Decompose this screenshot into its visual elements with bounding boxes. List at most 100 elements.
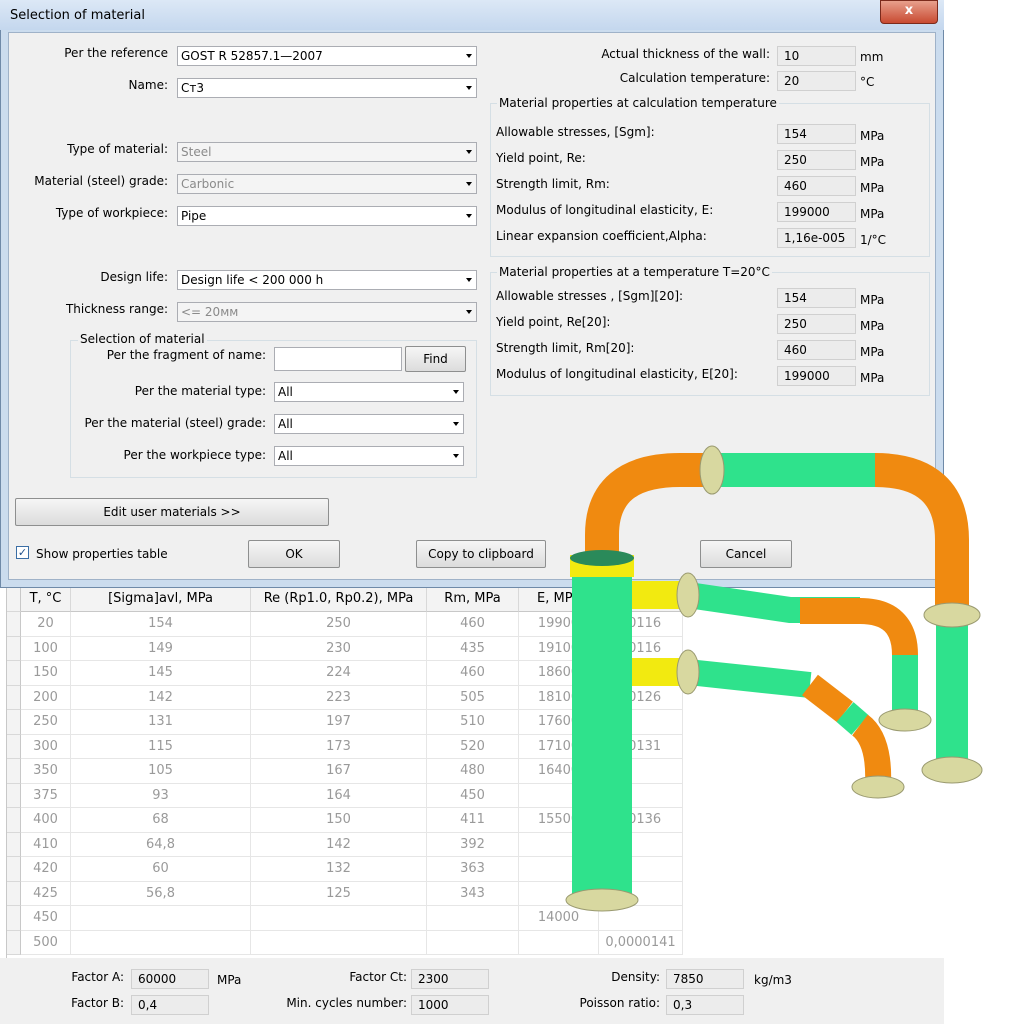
factor-a-field[interactable]: 60000: [131, 969, 209, 989]
table-cell[interactable]: 425: [21, 881, 71, 906]
table-cell[interactable]: 115: [71, 734, 251, 759]
column-header[interactable]: T, °C: [21, 588, 71, 612]
table-cell[interactable]: 142: [251, 832, 427, 857]
row-header[interactable]: [7, 832, 21, 857]
material-grade-select[interactable]: Carbonic: [177, 174, 477, 194]
table-cell[interactable]: 197: [251, 710, 427, 735]
table-cell[interactable]: 510: [427, 710, 519, 735]
close-button[interactable]: x: [880, 0, 938, 24]
workpiece-filter-select[interactable]: All: [274, 446, 464, 466]
table-cell[interactable]: 363: [427, 857, 519, 882]
table-cell[interactable]: [71, 906, 251, 931]
show-table-checkbox[interactable]: ✓: [16, 546, 29, 559]
edit-user-materials-button[interactable]: Edit user materials >>: [15, 498, 329, 526]
table-cell[interactable]: 167: [251, 759, 427, 784]
table-cell[interactable]: 223: [251, 685, 427, 710]
table-cell[interactable]: 125: [251, 881, 427, 906]
material-type-filter-select[interactable]: All: [274, 382, 464, 402]
table-cell[interactable]: 0,0000141: [599, 930, 683, 955]
table-cell[interactable]: 460: [427, 612, 519, 637]
table-cell[interactable]: 64,8: [71, 832, 251, 857]
table-cell[interactable]: 200: [21, 685, 71, 710]
row-header[interactable]: [7, 636, 21, 661]
table-cell[interactable]: 250: [21, 710, 71, 735]
table-cell[interactable]: 500: [21, 930, 71, 955]
table-cell[interactable]: 300: [21, 734, 71, 759]
grade-filter-select[interactable]: All: [274, 414, 464, 434]
table-cell[interactable]: 60: [71, 857, 251, 882]
row-header[interactable]: [7, 661, 21, 686]
row-header[interactable]: [7, 612, 21, 637]
column-header[interactable]: Rm, MPa: [427, 588, 519, 612]
design-life-select[interactable]: Design life < 200 000 h: [177, 270, 477, 290]
table-cell[interactable]: 343: [427, 881, 519, 906]
table-cell[interactable]: 350: [21, 759, 71, 784]
column-header[interactable]: Re (Rp1.0, Rp0.2), MPa: [251, 588, 427, 612]
min-cycles-field[interactable]: 1000: [411, 995, 489, 1015]
table-cell[interactable]: 460: [427, 661, 519, 686]
table-cell[interactable]: 100: [21, 636, 71, 661]
row-header[interactable]: [7, 930, 21, 955]
poisson-field[interactable]: 0,3: [666, 995, 744, 1015]
type-of-material-select[interactable]: Steel: [177, 142, 477, 162]
table-cell[interactable]: 131: [71, 710, 251, 735]
table-cell[interactable]: 56,8: [71, 881, 251, 906]
table-cell[interactable]: 149: [71, 636, 251, 661]
ok-button[interactable]: OK: [248, 540, 340, 568]
row-header[interactable]: [7, 906, 21, 931]
copy-to-clipboard-button[interactable]: Copy to clipboard: [416, 540, 546, 568]
table-cell[interactable]: 154: [71, 612, 251, 637]
table-cell[interactable]: 173: [251, 734, 427, 759]
table-cell[interactable]: 410: [21, 832, 71, 857]
factor-b-field[interactable]: 0,4: [131, 995, 209, 1015]
thickness-range-select[interactable]: <= 20мм: [177, 302, 477, 322]
table-cell[interactable]: 20: [21, 612, 71, 637]
table-cell[interactable]: 142: [71, 685, 251, 710]
table-cell[interactable]: 105: [71, 759, 251, 784]
table-cell[interactable]: 520: [427, 734, 519, 759]
table-cell[interactable]: 150: [251, 808, 427, 833]
fragment-input[interactable]: [274, 347, 402, 371]
row-header[interactable]: [7, 759, 21, 784]
reference-select[interactable]: GOST R 52857.1—2007: [177, 46, 477, 66]
table-cell[interactable]: 392: [427, 832, 519, 857]
table-cell[interactable]: [519, 930, 599, 955]
table-cell[interactable]: [427, 906, 519, 931]
table-cell[interactable]: 145: [71, 661, 251, 686]
wall-thickness-field[interactable]: 10: [777, 46, 856, 66]
table-cell[interactable]: 450: [427, 783, 519, 808]
table-cell[interactable]: 375: [21, 783, 71, 808]
table-cell[interactable]: 132: [251, 857, 427, 882]
table-cell[interactable]: [251, 930, 427, 955]
type-of-workpiece-select[interactable]: Pipe: [177, 206, 477, 226]
table-cell[interactable]: 93: [71, 783, 251, 808]
calc-temperature-field[interactable]: 20: [777, 71, 856, 91]
row-header[interactable]: [7, 857, 21, 882]
table-cell[interactable]: 435: [427, 636, 519, 661]
table-cell[interactable]: 150: [21, 661, 71, 686]
table-cell[interactable]: 164: [251, 783, 427, 808]
table-cell[interactable]: [71, 930, 251, 955]
table-cell[interactable]: 68: [71, 808, 251, 833]
table-cell[interactable]: 230: [251, 636, 427, 661]
row-header[interactable]: [7, 808, 21, 833]
table-cell[interactable]: 411: [427, 808, 519, 833]
table-cell[interactable]: [427, 930, 519, 955]
row-header[interactable]: [7, 685, 21, 710]
factor-ct-field[interactable]: 2300: [411, 969, 489, 989]
row-header[interactable]: [7, 710, 21, 735]
table-cell[interactable]: [251, 906, 427, 931]
table-cell[interactable]: 400: [21, 808, 71, 833]
table-cell[interactable]: 450: [21, 906, 71, 931]
table-cell[interactable]: 420: [21, 857, 71, 882]
find-button[interactable]: Find: [405, 346, 466, 372]
row-header[interactable]: [7, 881, 21, 906]
row-header[interactable]: [7, 783, 21, 808]
column-header[interactable]: [Sigma]avl, MPa: [71, 588, 251, 612]
name-select[interactable]: Ст3: [177, 78, 477, 98]
table-cell[interactable]: 224: [251, 661, 427, 686]
density-field[interactable]: 7850: [666, 969, 744, 989]
table-cell[interactable]: 480: [427, 759, 519, 784]
table-cell[interactable]: 250: [251, 612, 427, 637]
table-cell[interactable]: 505: [427, 685, 519, 710]
